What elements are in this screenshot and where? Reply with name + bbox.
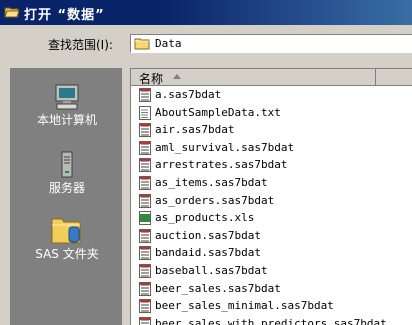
sas-dataset-icon — [139, 228, 151, 243]
file-row[interactable]: as_orders.sas7bdat — [131, 193, 412, 211]
file-name: arrestrates.sas7bdat — [155, 158, 288, 172]
place-label: SAS 文件夹 — [35, 247, 99, 261]
excel-file-icon — [139, 211, 151, 226]
computer-icon — [55, 84, 79, 110]
look-in-dropdown[interactable]: Data — [130, 34, 412, 53]
file-row[interactable]: bandaid.sas7bdat — [131, 245, 412, 263]
file-row[interactable]: beer_sales_with_predictors.sas7bdat — [131, 316, 412, 325]
file-row[interactable]: as_items.sas7bdat — [131, 175, 412, 193]
folder-open-icon — [4, 7, 20, 18]
file-name: aml_survival.sas7bdat — [155, 140, 295, 154]
sort-ascending-icon — [173, 74, 181, 79]
file-row[interactable]: as_products.xls — [131, 210, 412, 228]
look-in-value: Data — [155, 37, 182, 50]
folder-icon — [134, 38, 150, 50]
sas-dataset-icon — [139, 140, 151, 155]
places-bar: 本地计算机 服务器 SAS 文件夹 — [10, 68, 122, 325]
file-rows: a.sas7bdat AboutSampleData.txt air.sas7bda… — [131, 87, 412, 325]
file-row[interactable]: aml_survival.sas7bdat — [131, 140, 412, 158]
file-row[interactable]: baseball.sas7bdat — [131, 263, 412, 281]
sas-dataset-icon — [139, 175, 151, 190]
sas-dataset-icon — [139, 193, 151, 208]
file-name: as_products.xls — [155, 211, 255, 225]
file-row[interactable]: AboutSampleData.txt — [131, 105, 412, 123]
file-name: beer_sales_with_predictors.sas7bdat — [155, 316, 387, 325]
column-header-row: 名称 — [131, 69, 412, 86]
file-name: auction.sas7bdat — [155, 228, 261, 242]
file-name: a.sas7bdat — [155, 88, 222, 101]
file-list[interactable]: 名称 a.sas7bdat AboutSampleData.txt air.sas7… — [130, 68, 412, 325]
look-in-label: 查找范围(I): — [48, 38, 113, 52]
file-name: AboutSampleData.txt — [155, 105, 281, 119]
sas-dataset-icon — [139, 281, 151, 296]
sas-dataset-icon — [139, 88, 151, 102]
file-row[interactable]: air.sas7bdat — [131, 122, 412, 140]
place-server[interactable]: 服务器 — [11, 151, 123, 196]
file-row[interactable]: a.sas7bdat — [131, 87, 412, 105]
column-header-name[interactable]: 名称 — [131, 69, 376, 86]
file-name: as_items.sas7bdat — [155, 175, 268, 189]
file-name: baseball.sas7bdat — [155, 263, 268, 277]
file-name: beer_sales_minimal.sas7bdat — [155, 299, 334, 313]
sas-dataset-icon — [139, 158, 151, 173]
text-file-icon — [139, 105, 151, 120]
sas-dataset-icon — [139, 316, 151, 325]
file-row[interactable]: auction.sas7bdat — [131, 228, 412, 246]
file-name: beer_sales.sas7bdat — [155, 281, 281, 295]
title-bar[interactable]: 打开 “数据” — [0, 0, 412, 25]
file-row[interactable]: beer_sales.sas7bdat — [131, 281, 412, 299]
file-name: as_orders.sas7bdat — [155, 193, 275, 207]
file-name: bandaid.sas7bdat — [155, 246, 261, 260]
sas-dataset-icon — [139, 246, 151, 261]
window-title: 打开 “数据” — [24, 8, 105, 23]
place-label: 服务器 — [48, 181, 85, 195]
sas-dataset-icon — [139, 299, 151, 314]
file-row[interactable]: arrestrates.sas7bdat — [131, 157, 412, 175]
sas-dataset-icon — [139, 123, 151, 138]
sas-dataset-icon — [139, 263, 151, 278]
server-icon — [61, 151, 73, 178]
place-local-computer[interactable]: 本地计算机 — [11, 83, 123, 128]
place-label: 本地计算机 — [36, 113, 97, 127]
place-sas-folder[interactable]: SAS 文件夹 — [11, 215, 123, 262]
column-header-label: 名称 — [139, 72, 164, 86]
file-name: air.sas7bdat — [155, 123, 235, 137]
file-row[interactable]: beer_sales_minimal.sas7bdat — [131, 298, 412, 316]
sas-folder-icon — [51, 218, 81, 244]
